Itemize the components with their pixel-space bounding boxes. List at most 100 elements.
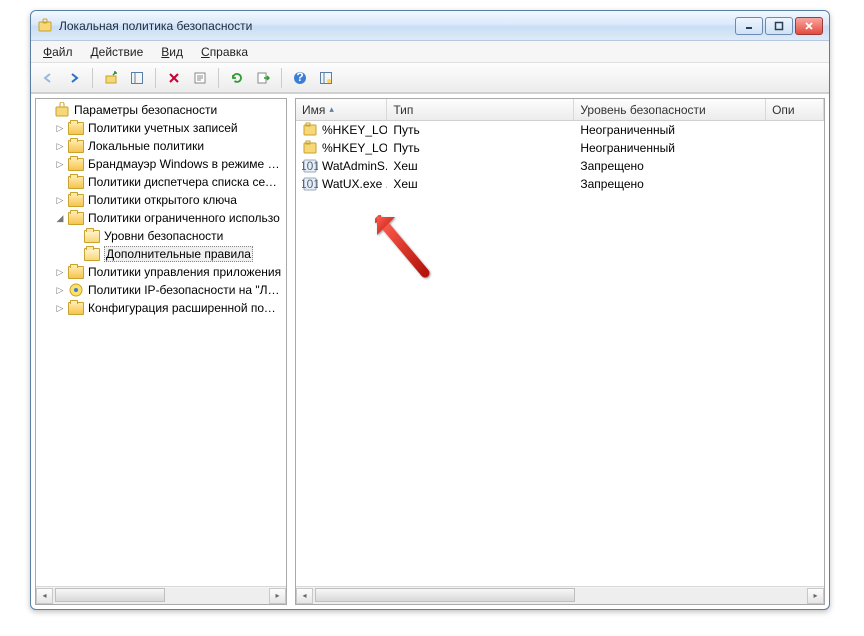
tree-item[interactable]: Дополнительные правила: [36, 245, 286, 263]
properties-button[interactable]: [189, 67, 211, 89]
tree-pane: Параметры безопасности ▷ Политики учетных …: [35, 98, 287, 605]
content-area: Параметры безопасности ▷ Политики учетных …: [31, 93, 829, 609]
tree-item[interactable]: ▷ Политики управления приложения: [36, 263, 286, 281]
forward-button[interactable]: [63, 67, 85, 89]
back-button: [37, 67, 59, 89]
expand-toggle-icon[interactable]: ▷: [54, 158, 66, 170]
scroll-left-button[interactable]: ◂: [296, 588, 313, 604]
scroll-right-button[interactable]: ▸: [807, 588, 824, 604]
list-header: ИмяТипУровень безопасностиОпи: [296, 99, 824, 121]
cell-name: WatUX.exe ...: [322, 177, 387, 191]
menu-view[interactable]: Вид: [153, 43, 191, 61]
export-button[interactable]: [252, 67, 274, 89]
tree-item-label: Политики управления приложения: [88, 265, 281, 279]
menubar: Файл Действие Вид Справка: [31, 41, 829, 63]
new-rule-button[interactable]: [315, 67, 337, 89]
expand-toggle-icon[interactable]: ▷: [54, 302, 66, 314]
folder-icon: [68, 138, 84, 154]
expand-toggle-icon[interactable]: ▷: [54, 122, 66, 134]
cell-level: Запрещено: [574, 159, 766, 173]
tree-item[interactable]: ▷ Политики IP-безопасности на "Лока: [36, 281, 286, 299]
list-body[interactable]: %HKEY_LO...ПутьНеограниченный%HKEY_LO...…: [296, 121, 824, 586]
expand-toggle-icon[interactable]: ◢: [54, 212, 66, 224]
svg-text:?: ?: [296, 71, 303, 84]
cell-type: Путь: [387, 123, 574, 137]
folder-icon: [68, 192, 84, 208]
tree-item-label: Брандмауэр Windows в режиме пов: [88, 157, 282, 171]
folder-icon: [68, 300, 84, 316]
refresh-button[interactable]: [226, 67, 248, 89]
cell-name: WatAdminS...: [322, 159, 387, 173]
cell-level: Запрещено: [574, 177, 766, 191]
column-header[interactable]: Имя: [296, 99, 387, 120]
menu-file[interactable]: Файл: [35, 43, 81, 61]
tree-item[interactable]: Политики диспетчера списка сетей: [36, 173, 286, 191]
tree-item[interactable]: ▷ Конфигурация расширенной полит: [36, 299, 286, 317]
cell-name: %HKEY_LO...: [322, 141, 387, 155]
svg-text:101: 101: [302, 177, 318, 191]
tree-root[interactable]: Параметры безопасности: [36, 101, 286, 119]
toolbar: ?: [31, 63, 829, 93]
scroll-thumb[interactable]: [315, 588, 575, 602]
close-button[interactable]: [795, 17, 823, 35]
folder-icon: [68, 264, 84, 280]
cell-level: Неограниченный: [574, 123, 766, 137]
tree-item-label: Политики диспетчера списка сетей: [88, 175, 282, 189]
svg-text:101: 101: [302, 159, 318, 173]
up-button[interactable]: [100, 67, 122, 89]
folder-icon: [84, 246, 100, 262]
delete-button[interactable]: [163, 67, 185, 89]
list-row[interactable]: %HKEY_LO...ПутьНеограниченный: [296, 139, 824, 157]
cell-type: Хеш: [387, 159, 574, 173]
expand-toggle-icon[interactable]: ▷: [54, 284, 66, 296]
cell-level: Неограниченный: [574, 141, 766, 155]
tree-item-label: Политики ограниченного использо: [88, 211, 280, 225]
scroll-thumb[interactable]: [55, 588, 165, 602]
tree-item[interactable]: ▷Политики открытого ключа: [36, 191, 286, 209]
tree-view[interactable]: Параметры безопасности ▷ Политики учетных …: [36, 99, 286, 586]
tree-item[interactable]: ▷ Брандмауэр Windows в режиме пов: [36, 155, 286, 173]
app-window: Локальная политика безопасности Файл Дей…: [30, 10, 830, 610]
minimize-button[interactable]: [735, 17, 763, 35]
list-row[interactable]: 101 WatUX.exe ...ХешЗапрещено: [296, 175, 824, 193]
app-icon: [37, 18, 53, 34]
menu-action[interactable]: Действие: [83, 43, 152, 61]
tree-item[interactable]: ▷Локальные политики: [36, 137, 286, 155]
column-header[interactable]: Уровень безопасности: [574, 99, 766, 120]
expand-toggle-icon[interactable]: ▷: [54, 266, 66, 278]
tree-item-label: Политики учетных записей: [88, 121, 238, 135]
cell-type: Путь: [387, 141, 574, 155]
cell-type: Хеш: [387, 177, 574, 191]
folder-icon: [68, 120, 84, 136]
rule-icon: 101: [302, 176, 318, 192]
list-pane: ИмяТипУровень безопасностиОпи %HKEY_LO..…: [295, 98, 825, 605]
folder-icon: [68, 210, 84, 226]
tree-item[interactable]: ▷ Политики учетных записей: [36, 119, 286, 137]
maximize-button[interactable]: [765, 17, 793, 35]
tree-item[interactable]: ◢ Политики ограниченного использо: [36, 209, 286, 227]
column-header[interactable]: Опи: [766, 99, 824, 120]
rule-icon: 101: [302, 158, 318, 174]
window-title: Локальная политика безопасности: [59, 19, 729, 33]
tree-scrollbar[interactable]: ◂ ▸: [36, 586, 286, 604]
folder-icon: [84, 228, 100, 244]
scroll-left-button[interactable]: ◂: [36, 588, 53, 604]
column-header[interactable]: Тип: [387, 99, 574, 120]
list-row[interactable]: 101 WatAdminS...ХешЗапрещено: [296, 157, 824, 175]
tree-item-label: Политики IP-безопасности на "Лока: [88, 283, 282, 297]
show-hide-tree-button[interactable]: [126, 67, 148, 89]
tree-item[interactable]: Уровни безопасности: [36, 227, 286, 245]
titlebar[interactable]: Локальная политика безопасности: [31, 11, 829, 41]
list-scrollbar[interactable]: ◂ ▸: [296, 586, 824, 604]
tree-item-label: Конфигурация расширенной полит: [88, 301, 282, 315]
expand-toggle-icon[interactable]: ▷: [54, 194, 66, 206]
expand-toggle-icon[interactable]: ▷: [54, 140, 66, 152]
help-button[interactable]: ?: [289, 67, 311, 89]
folder-icon: [68, 282, 84, 298]
rule-icon: [302, 122, 318, 138]
cell-name: %HKEY_LO...: [322, 123, 387, 137]
list-row[interactable]: %HKEY_LO...ПутьНеограниченный: [296, 121, 824, 139]
menu-help[interactable]: Справка: [193, 43, 256, 61]
scroll-right-button[interactable]: ▸: [269, 588, 286, 604]
tree-item-label: Уровни безопасности: [104, 229, 223, 243]
